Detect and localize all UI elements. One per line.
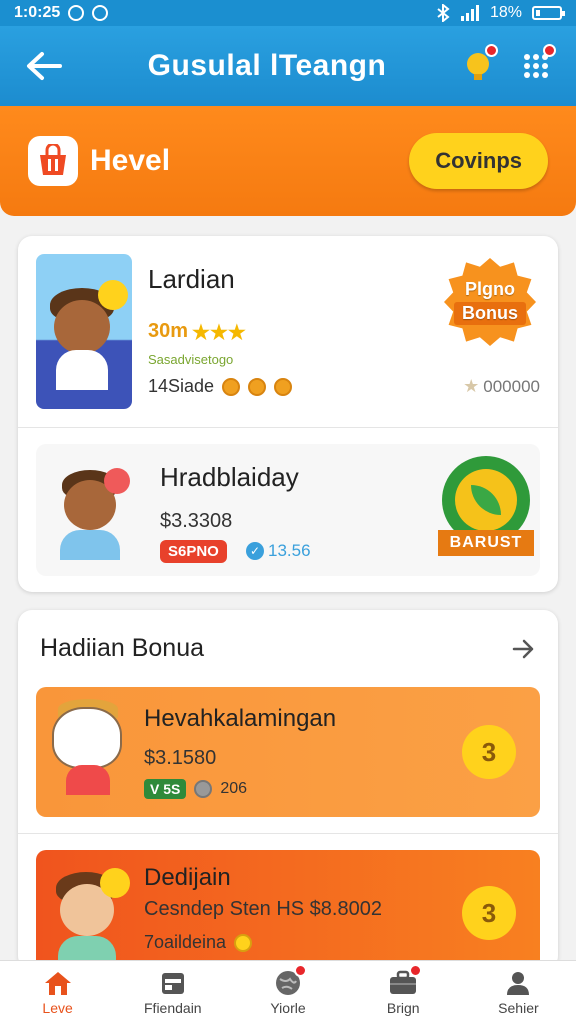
points-value: 000000 — [483, 376, 540, 396]
seal-label: BARUST — [438, 530, 534, 556]
badge-line1: Plgno — [465, 279, 515, 299]
star-icon: ★ — [463, 376, 480, 396]
bonus-pill: V 5S — [144, 779, 187, 799]
count-badge: 3 — [462, 725, 516, 779]
badge-line2: Bonus — [454, 302, 526, 325]
coupons-button[interactable]: Covinps — [409, 133, 548, 189]
notification-icon — [92, 5, 109, 21]
count-badge: 3 — [462, 886, 516, 940]
bluetooth-icon — [437, 4, 450, 22]
bonus-title: Hevahkalamingan — [144, 705, 337, 732]
bonus-item[interactable]: Hevahkalamingan $3.1580 V 5S 206 3 — [36, 687, 540, 817]
bonus-section: Hadiian Bonua Hevahkalamingan $3.1580 V … — [18, 610, 558, 970]
home-icon — [44, 971, 71, 995]
coin-icon — [274, 377, 293, 396]
nav-label: Sehier — [498, 999, 539, 1016]
nav-item-friends[interactable]: Ffiendain — [115, 961, 230, 1024]
status-badge: S6PNO — [160, 540, 227, 563]
coin-icon — [248, 377, 267, 396]
bonus-title: Dedijain — [144, 864, 231, 891]
person-icon — [507, 971, 530, 995]
leaf-icon — [471, 485, 501, 515]
notification-dot — [294, 963, 307, 977]
signal-icon — [460, 5, 479, 21]
featured-card: Lardian 30m ★★★ Sasadvisetogo 14Siade Pl… — [18, 236, 558, 592]
basket-icon — [40, 144, 66, 175]
level-banner: Hevel Covinps — [0, 106, 576, 216]
avatar — [36, 254, 132, 409]
status-bar: 1:0:25 18% — [0, 0, 576, 26]
bonus-item[interactable]: Dedijain Cesndep Sten HS $8.8002 7oailde… — [36, 850, 540, 970]
page-title: Gusulal lTeangn — [147, 49, 387, 82]
bonus-meta: 206 — [220, 780, 248, 797]
divider — [18, 427, 558, 428]
rating-stars: ★★★ — [192, 322, 246, 344]
notification-dot — [409, 963, 423, 977]
item-title: Lardian — [148, 264, 235, 294]
coin-icon — [194, 780, 213, 798]
item-title: Hradblaiday — [160, 462, 299, 492]
notification-dot — [485, 44, 498, 57]
list-item[interactable]: Hradblaiday $3.3308 S6PNO ✓ 13.56 BARUST — [36, 444, 540, 576]
item-meta: 14Siade — [148, 376, 215, 396]
points: ★ 000000 — [463, 376, 540, 397]
section-more-button[interactable] — [508, 634, 538, 664]
coin-icon — [222, 377, 241, 396]
nav-label: Brign — [386, 999, 420, 1016]
bonus-meta: 7oaildeina — [144, 932, 227, 952]
notification-icon — [68, 5, 85, 21]
banner-title: Hevel — [90, 144, 171, 177]
item-amount: 30m — [148, 320, 189, 342]
notification-dot — [543, 44, 556, 57]
nav-item-bag[interactable]: Brign — [346, 961, 461, 1024]
clock: 1:0:25 — [14, 4, 61, 21]
nav-label: Yiorle — [270, 999, 306, 1016]
item-amount: $3.3308 — [160, 510, 233, 532]
divider — [18, 833, 558, 834]
menu-button[interactable] — [518, 44, 556, 84]
avatar — [50, 868, 130, 970]
avatar — [52, 464, 132, 564]
bottom-nav: Leve Ffiendain Yiorle Brign Sehier — [0, 960, 576, 1024]
arrow-right-icon — [512, 639, 534, 659]
nav-item-world[interactable]: Yiorle — [230, 961, 345, 1024]
app-bar: Gusulal lTeangn — [0, 26, 576, 106]
battery-icon — [532, 6, 565, 20]
nav-label: Ffiendain — [144, 999, 202, 1016]
bonus-badge: Plgno Bonus — [440, 254, 540, 350]
back-button[interactable] — [14, 36, 74, 96]
bonus-amount: $3.1580 — [144, 747, 217, 769]
check-icon: ✓ — [246, 542, 264, 560]
item-stat: 13.56 — [268, 541, 311, 560]
arrow-left-icon — [27, 52, 62, 80]
nav-item-profile[interactable]: Sehier — [461, 961, 576, 1024]
list-item[interactable]: Lardian 30m ★★★ Sasadvisetogo 14Siade Pl… — [36, 254, 540, 409]
bonus-amount: Cesndep Sten HS $8.8002 — [144, 898, 382, 920]
section-title: Hadiian Bonua — [40, 634, 205, 662]
nav-item-home[interactable]: Leve — [0, 961, 115, 1024]
nav-label: Leve — [42, 999, 73, 1016]
item-tagline: Sasadvisetogo — [148, 352, 234, 367]
bonus-seal: BARUST — [438, 456, 534, 564]
battery-percent: 18% — [489, 4, 522, 21]
rewards-button[interactable] — [460, 44, 498, 84]
shop-logo — [28, 136, 78, 186]
coin-icon — [234, 933, 253, 952]
calendar-icon — [161, 972, 184, 994]
